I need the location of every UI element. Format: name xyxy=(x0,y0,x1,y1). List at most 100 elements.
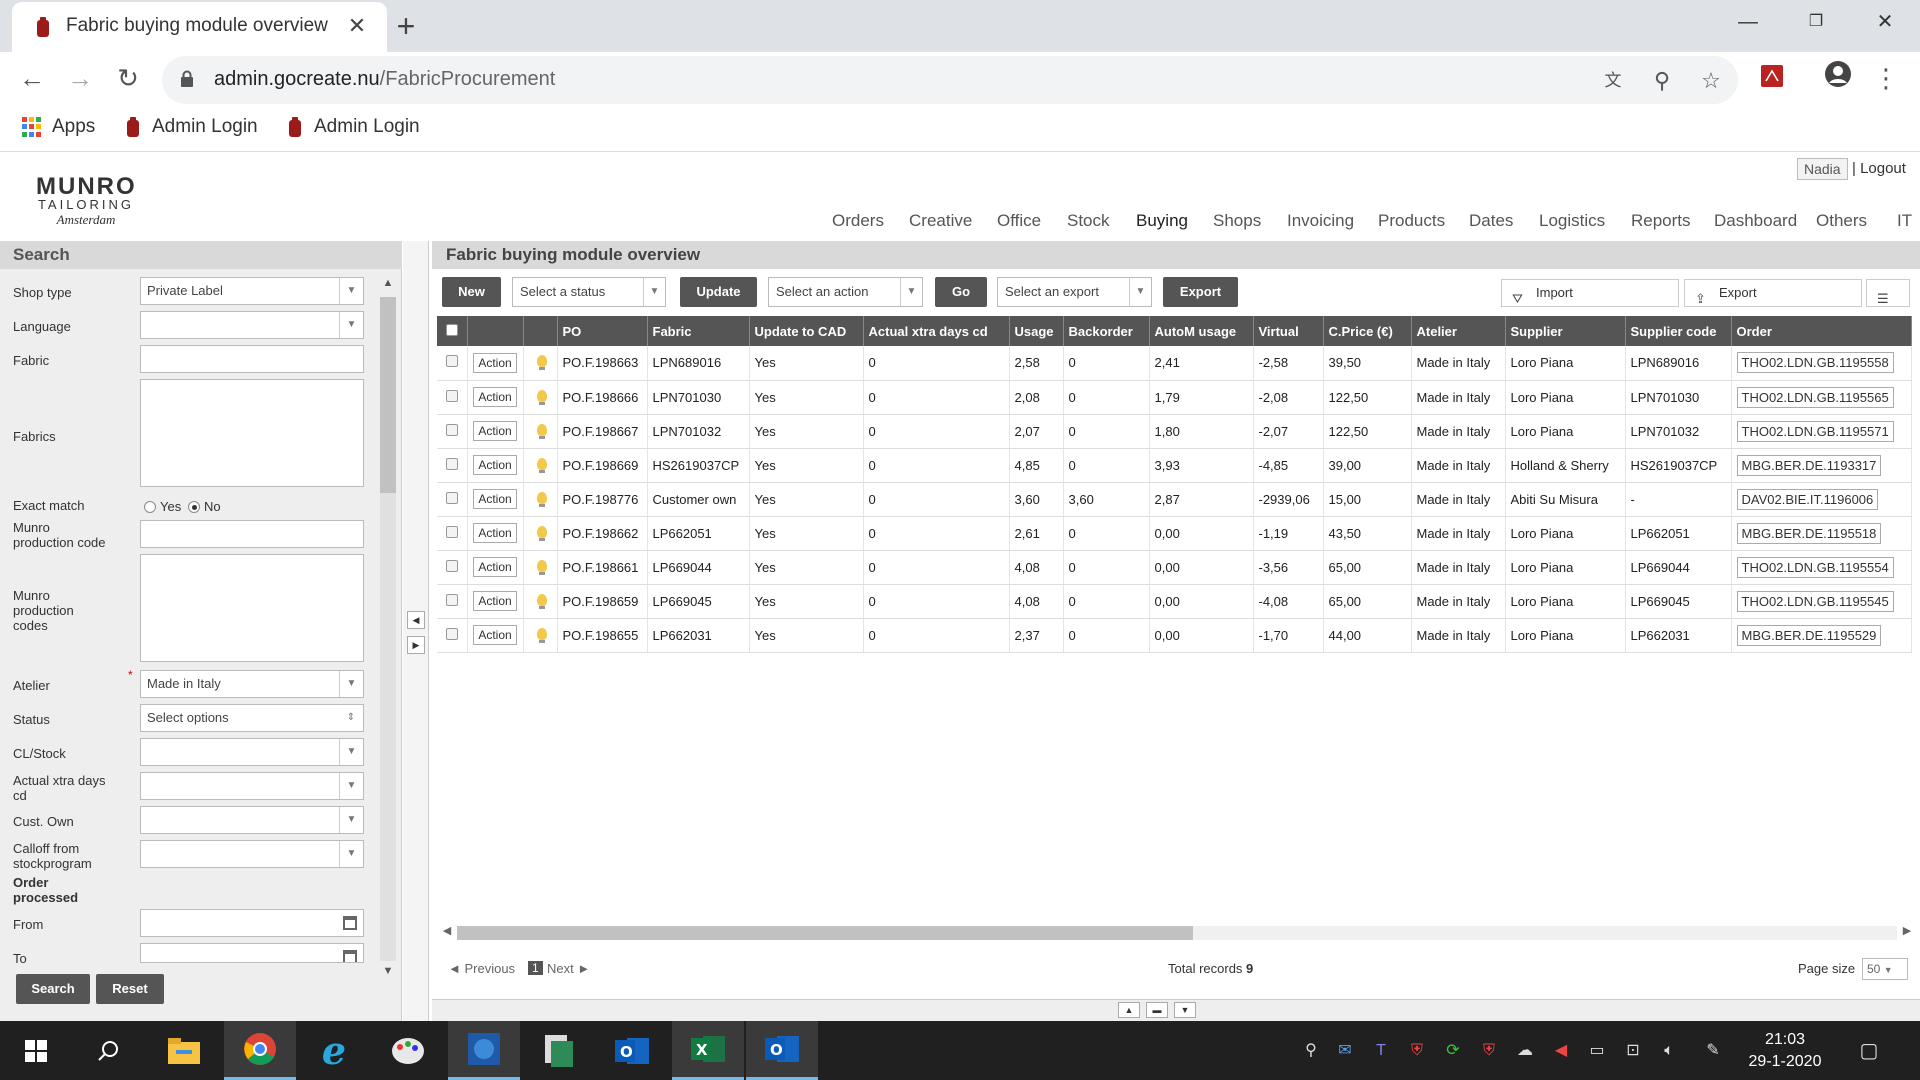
to-date-input[interactable] xyxy=(140,943,364,963)
row-action-button[interactable]: Action xyxy=(473,523,517,543)
row-action-button[interactable]: Action xyxy=(473,421,517,441)
row-checkbox[interactable] xyxy=(445,457,458,470)
logout-link[interactable]: | Logout xyxy=(1852,160,1906,177)
calendar-icon[interactable] xyxy=(343,916,357,930)
import-button[interactable]: ⛛ Import xyxy=(1501,279,1679,307)
col-supplier-code[interactable]: Supplier code xyxy=(1625,316,1732,346)
tray-onedrive-icon[interactable]: ☁ xyxy=(1512,1039,1538,1063)
fabric-input[interactable] xyxy=(140,345,364,373)
lightbulb-icon[interactable] xyxy=(537,491,547,507)
collapse-left-icon[interactable]: ◀ xyxy=(407,611,425,629)
paint-icon[interactable] xyxy=(372,1021,444,1080)
from-date-input[interactable] xyxy=(140,909,364,937)
table-row[interactable]: Action PO.F.198667 LPN701032 Yes 0 2,07 0 1,80-… xyxy=(437,414,1912,449)
go-button[interactable]: Go xyxy=(935,277,987,307)
bookmark-star-icon[interactable]: ☆ xyxy=(1696,66,1726,96)
new-button[interactable]: New xyxy=(442,277,501,307)
lightbulb-icon[interactable] xyxy=(537,457,547,473)
table-row[interactable]: Action PO.F.198662 LP662051 Yes 0 2,61 0 0,00 -1… xyxy=(437,516,1912,551)
scroll-up-icon[interactable]: ▲ xyxy=(378,277,398,295)
munro-codes-textarea[interactable] xyxy=(140,554,364,662)
bookmark-apps[interactable]: Apps xyxy=(22,116,95,138)
tray-battery-icon[interactable]: ▭ xyxy=(1584,1039,1610,1063)
order-link[interactable]: DAV02.BIE.IT.1196006 xyxy=(1736,488,1879,510)
row-action-button[interactable]: Action xyxy=(473,455,517,475)
action-select[interactable]: Select an action ▼ xyxy=(768,277,923,307)
translate-icon[interactable]: 文 xyxy=(1598,66,1628,96)
row-select-cell[interactable] xyxy=(437,448,468,483)
app-blue-icon[interactable] xyxy=(448,1021,520,1080)
export-select[interactable]: Select an export ▼ xyxy=(997,277,1152,307)
export-button[interactable]: Export xyxy=(1163,277,1238,307)
nav-creative[interactable]: Creative xyxy=(909,211,972,231)
table-row[interactable]: Action PO.F.198669 HS2619037CP Yes 0 4,85 0 3,9… xyxy=(437,448,1912,483)
excel-icon[interactable]: X xyxy=(672,1021,744,1080)
status-multiselect[interactable]: Select options ⇕ xyxy=(140,704,364,732)
scroll-right-icon[interactable]: ▶ xyxy=(1899,924,1915,937)
row-select-cell[interactable] xyxy=(437,516,468,551)
table-row[interactable]: Action PO.F.198776 Customer own Yes 0 3,60 3,6… xyxy=(437,482,1912,517)
zoom-icon[interactable]: ⚲ xyxy=(1647,66,1677,96)
address-bar[interactable]: admin.gocreate.nu/FabricProcurement 文 ⚲ … xyxy=(162,56,1738,104)
search-button[interactable]: Search xyxy=(16,974,90,1004)
cust-own-select[interactable]: ▼ xyxy=(140,806,364,834)
row-select-cell[interactable] xyxy=(437,618,468,653)
page-size-select[interactable]: 50 ▼ xyxy=(1862,958,1908,980)
forward-icon[interactable]: → xyxy=(62,60,98,96)
tray-network-icon[interactable]: ⊡ xyxy=(1620,1039,1646,1063)
col-backorder[interactable]: Backorder xyxy=(1063,316,1150,346)
status-select[interactable]: Select a status ▼ xyxy=(512,277,666,307)
notifications-icon[interactable]: ▢ xyxy=(1856,1039,1882,1063)
panel-splitter[interactable]: ◀ ▶ xyxy=(403,241,429,1021)
user-name[interactable]: Nadia xyxy=(1797,158,1848,180)
row-checkbox[interactable] xyxy=(445,389,458,402)
order-link[interactable]: THO02.LDN.GB.1195545 xyxy=(1736,590,1894,612)
profile-icon[interactable] xyxy=(1820,60,1856,96)
taskbar-clock[interactable]: 21:03 29-1-2020 xyxy=(1740,1029,1830,1073)
col-update-cad[interactable]: Update to CAD xyxy=(749,316,864,346)
nav-shops[interactable]: Shops xyxy=(1213,211,1261,231)
outlook-2-icon[interactable]: O xyxy=(746,1021,818,1080)
clstock-select[interactable]: ▼ xyxy=(140,738,364,766)
row-action-button[interactable]: Action xyxy=(473,489,517,509)
lightbulb-icon[interactable] xyxy=(537,423,547,439)
tray-volume-muted-icon[interactable]: ◀ xyxy=(1548,1039,1574,1063)
col-autom-usage[interactable]: AutoM usage xyxy=(1149,316,1254,346)
order-link[interactable]: MBG.BER.DE.1193317 xyxy=(1736,454,1882,476)
col-virtual[interactable]: Virtual xyxy=(1253,316,1324,346)
order-link[interactable]: THO02.LDN.GB.1195571 xyxy=(1736,420,1894,442)
nav-reports[interactable]: Reports xyxy=(1631,211,1691,231)
shop-type-select[interactable]: Private Label ▼ xyxy=(140,277,364,305)
tray-sync-icon[interactable]: ⟳ xyxy=(1440,1039,1466,1063)
nav-products[interactable]: Products xyxy=(1378,211,1445,231)
lightbulb-icon[interactable] xyxy=(537,355,547,371)
nav-orders[interactable]: Orders xyxy=(832,211,884,231)
col-xtra-days[interactable]: Actual xtra days cd xyxy=(863,316,1010,346)
language-select[interactable]: ▼ xyxy=(140,311,364,339)
select-all-header[interactable] xyxy=(437,316,468,346)
pane-up-icon[interactable]: ▲ xyxy=(1118,1002,1140,1018)
row-checkbox[interactable] xyxy=(445,627,458,640)
browser-tab[interactable]: Fabric buying module overview ✕ xyxy=(12,2,387,52)
row-action-button[interactable]: Action xyxy=(473,625,517,645)
row-checkbox[interactable] xyxy=(445,593,458,606)
search-icon[interactable] xyxy=(72,1021,144,1080)
table-row[interactable]: Action PO.F.198655 LP662031 Yes 0 2,37 0 0,00 -1… xyxy=(437,618,1912,653)
bookmark-admin-login-2[interactable]: Admin Login xyxy=(286,116,420,138)
calendar-icon[interactable] xyxy=(343,950,357,962)
order-link[interactable]: THO02.LDN.GB.1195558 xyxy=(1736,352,1894,374)
exact-match-yes[interactable]: Yes xyxy=(144,499,181,514)
menu-dots-icon[interactable]: ⋮ xyxy=(1868,60,1904,96)
tray-outlook-icon[interactable]: ✉ xyxy=(1332,1039,1358,1063)
column-chooser-button[interactable]: ☰ xyxy=(1866,279,1910,307)
col-po[interactable]: PO xyxy=(557,316,648,346)
fabrics-textarea[interactable] xyxy=(140,379,364,487)
row-checkbox[interactable] xyxy=(445,355,458,368)
row-action-button[interactable]: Action xyxy=(473,387,517,407)
new-tab-icon[interactable]: + xyxy=(388,8,424,44)
nav-dates[interactable]: Dates xyxy=(1469,211,1513,231)
lightbulb-icon[interactable] xyxy=(537,593,547,609)
search-scrollbar[interactable]: ▲ ▼ xyxy=(378,277,398,983)
tray-speaker-icon[interactable]: 🔈︎ xyxy=(1656,1039,1682,1063)
pager-page-number[interactable]: 1 xyxy=(528,961,543,975)
